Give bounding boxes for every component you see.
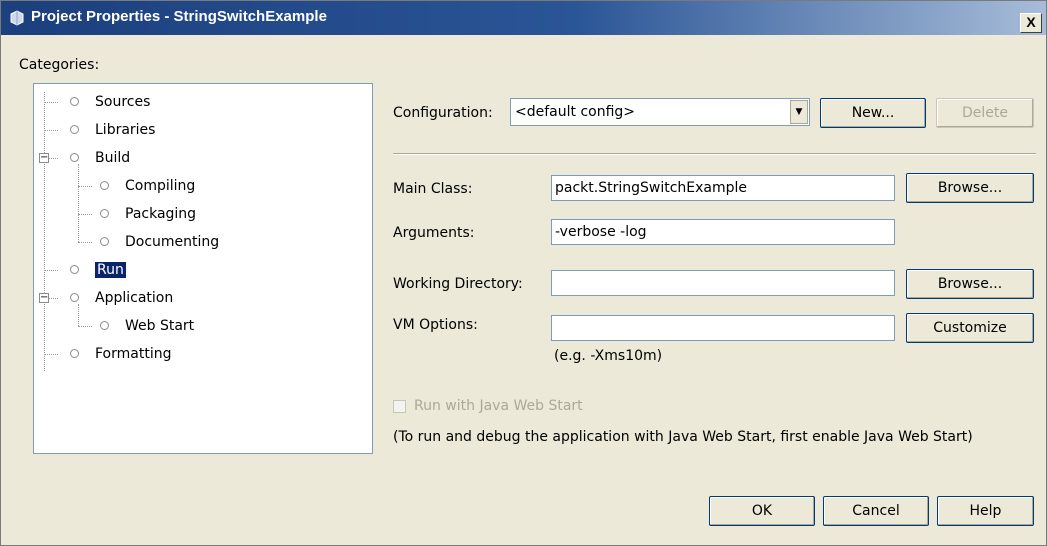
tree-node-icon bbox=[70, 96, 79, 106]
working-directory-label: Working Directory: bbox=[393, 276, 523, 292]
arguments-input[interactable]: -verbose -log bbox=[551, 219, 895, 245]
tree-line bbox=[78, 214, 92, 215]
arguments-label: Arguments: bbox=[393, 225, 475, 241]
tree-line bbox=[78, 326, 92, 327]
configuration-value: <default config> bbox=[515, 104, 636, 120]
collapse-icon[interactable]: − bbox=[39, 153, 49, 163]
help-button[interactable]: Help bbox=[937, 496, 1034, 526]
categories-tree[interactable]: − − Sources Libraries Build Compiling Pa… bbox=[33, 83, 373, 454]
tree-item-label: Formatting bbox=[95, 346, 172, 362]
tree-item-packaging[interactable]: Packaging bbox=[100, 202, 196, 226]
tree-line bbox=[78, 164, 79, 242]
tree-item-label: Web Start bbox=[125, 318, 195, 334]
tree-item-label: Sources bbox=[95, 94, 151, 110]
tree-item-run[interactable]: Run bbox=[70, 258, 126, 282]
tree-item-build[interactable]: Build bbox=[70, 146, 130, 170]
tree-item-label: Documenting bbox=[125, 234, 220, 250]
new-config-button[interactable]: New... bbox=[820, 98, 926, 128]
tree-line bbox=[78, 186, 92, 187]
configuration-label: Configuration: bbox=[393, 105, 493, 121]
tree-node-icon bbox=[70, 348, 79, 358]
tree-line bbox=[48, 158, 58, 159]
run-with-web-start-checkbox[interactable] bbox=[393, 400, 406, 413]
ok-button[interactable]: OK bbox=[709, 496, 815, 526]
customize-button[interactable]: Customize bbox=[906, 313, 1034, 343]
close-icon[interactable]: X bbox=[1020, 13, 1042, 33]
app-icon bbox=[9, 10, 25, 26]
tree-item-formatting[interactable]: Formatting bbox=[70, 342, 171, 366]
collapse-icon[interactable]: − bbox=[39, 293, 49, 303]
tree-node-icon bbox=[100, 236, 109, 246]
tree-item-label-selected: Run bbox=[95, 262, 126, 278]
tree-item-web-start[interactable]: Web Start bbox=[100, 314, 194, 338]
tree-line bbox=[78, 242, 92, 243]
tree-node-icon bbox=[100, 208, 109, 218]
window-title: Project Properties - StringSwitchExample bbox=[31, 8, 327, 25]
tree-line bbox=[44, 130, 58, 131]
tree-item-sources[interactable]: Sources bbox=[70, 90, 150, 114]
project-properties-dialog: Project Properties - StringSwitchExample… bbox=[0, 0, 1047, 546]
tree-node-icon bbox=[70, 292, 79, 302]
tree-line bbox=[44, 270, 58, 271]
vm-options-hint: (e.g. -Xms10m) bbox=[554, 348, 663, 364]
run-with-web-start-label: Run with Java Web Start bbox=[414, 398, 583, 414]
tree-node-icon bbox=[70, 152, 79, 162]
tree-item-documenting[interactable]: Documenting bbox=[100, 230, 219, 254]
main-class-label: Main Class: bbox=[393, 181, 473, 197]
tree-item-libraries[interactable]: Libraries bbox=[70, 118, 155, 142]
configuration-select[interactable]: <default config> ▼ bbox=[510, 98, 810, 126]
working-directory-input[interactable] bbox=[551, 270, 895, 296]
browse-main-class-button[interactable]: Browse... bbox=[906, 173, 1034, 203]
tree-item-label: Libraries bbox=[95, 122, 156, 138]
tree-item-label: Compiling bbox=[125, 178, 196, 194]
title-bar[interactable]: Project Properties - StringSwitchExample… bbox=[1, 1, 1046, 35]
tree-line bbox=[44, 102, 58, 103]
browse-working-directory-button[interactable]: Browse... bbox=[906, 269, 1034, 299]
dropdown-arrow-icon[interactable]: ▼ bbox=[790, 100, 808, 124]
tree-item-label: Build bbox=[95, 150, 131, 166]
cancel-button[interactable]: Cancel bbox=[823, 496, 929, 526]
web-start-note: (To run and debug the application with J… bbox=[393, 429, 973, 445]
tree-item-label: Application bbox=[95, 290, 174, 306]
tree-node-icon bbox=[100, 320, 109, 330]
tree-line bbox=[44, 354, 58, 355]
categories-label: Categories: bbox=[19, 57, 100, 73]
tree-node-icon bbox=[100, 180, 109, 190]
delete-config-button[interactable]: Delete bbox=[936, 98, 1034, 128]
tree-item-application[interactable]: Application bbox=[70, 286, 173, 310]
tree-line bbox=[44, 92, 45, 371]
tree-line bbox=[48, 298, 58, 299]
vm-options-label: VM Options: bbox=[393, 317, 478, 333]
tree-item-compiling[interactable]: Compiling bbox=[100, 174, 195, 198]
tree-node-icon bbox=[70, 264, 79, 274]
tree-node-icon bbox=[70, 124, 79, 134]
tree-item-label: Packaging bbox=[125, 206, 197, 222]
separator bbox=[393, 153, 1036, 155]
main-class-input[interactable]: packt.StringSwitchExample bbox=[551, 175, 895, 201]
vm-options-input[interactable] bbox=[551, 315, 895, 341]
